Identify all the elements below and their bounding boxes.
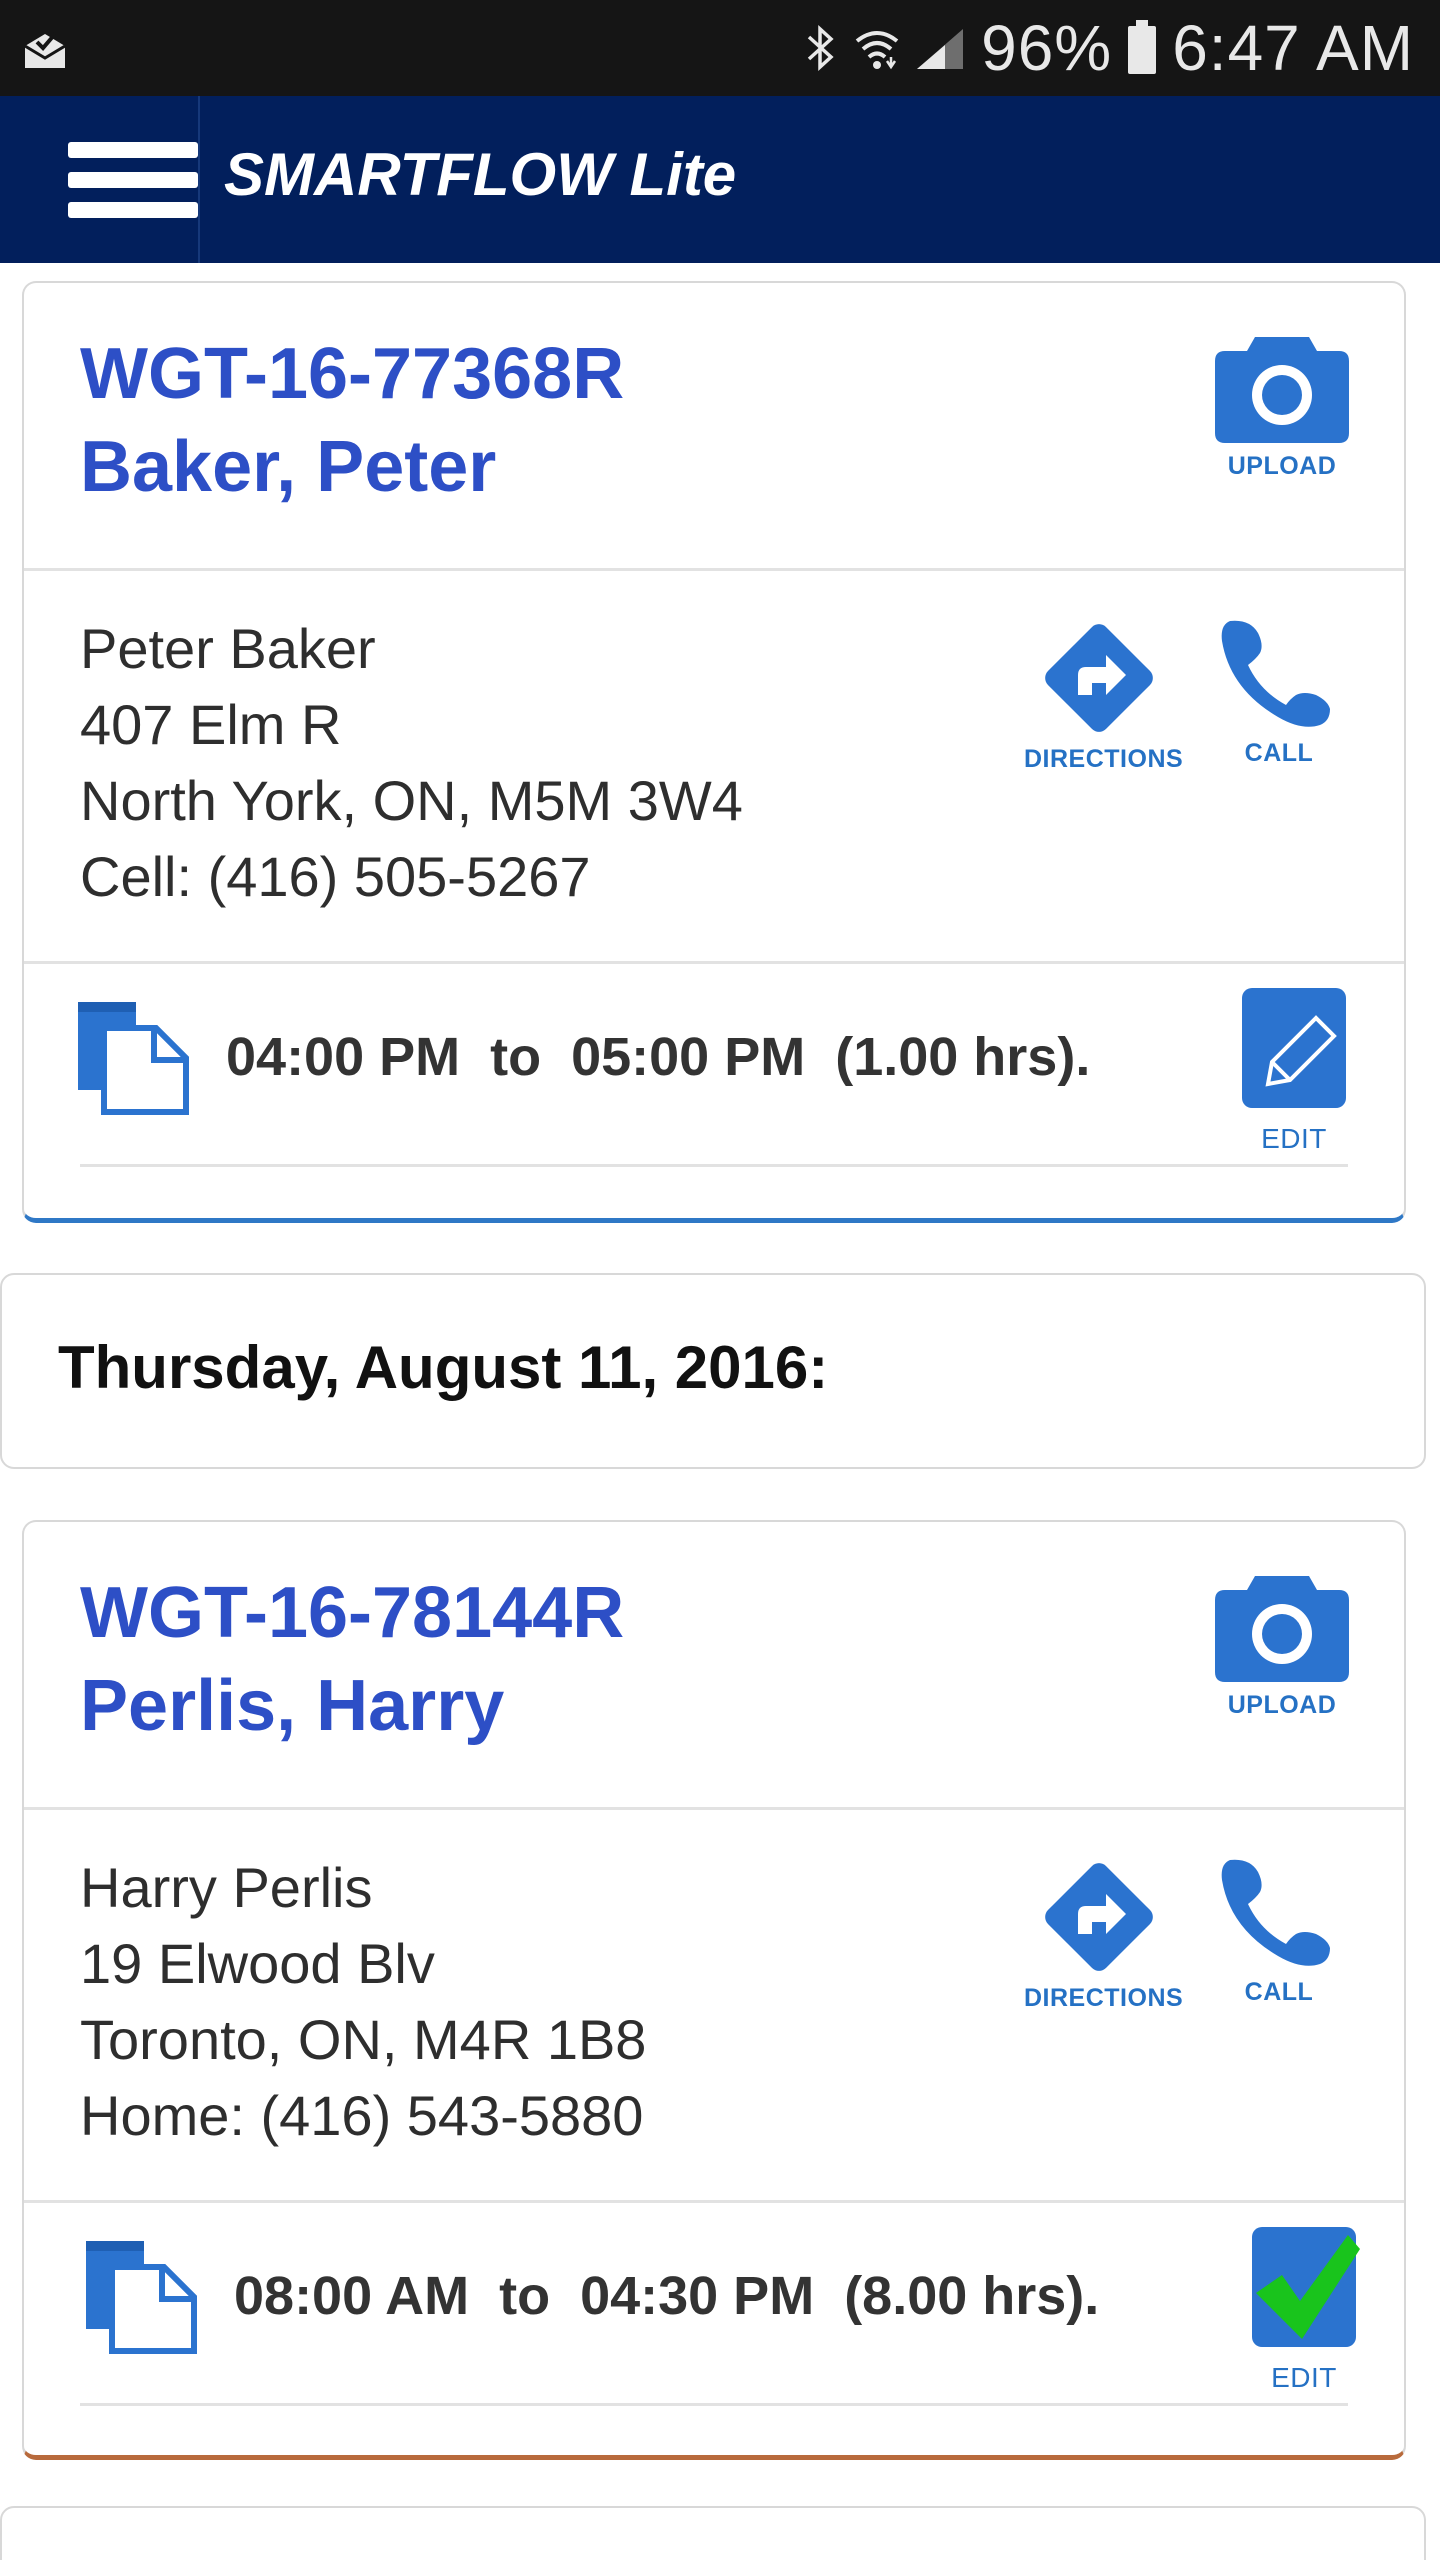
directions-icon: [1045, 1863, 1153, 1971]
directions-label: DIRECTIONS: [1024, 1984, 1184, 2012]
edit-label: EDIT: [1271, 2362, 1337, 2393]
address-block: Peter Baker 407 Elm R North York, ON, M5…: [80, 611, 743, 915]
contact-name: Harry Perlis: [80, 1856, 373, 1919]
app-title: SMARTFLOW Lite: [224, 141, 737, 208]
date-header: Thursday, August 11, 2016:: [0, 1273, 1426, 1469]
directions-button[interactable]: DIRECTIONS: [1024, 615, 1184, 774]
job-card[interactable]: WGT-16-77368R Baker, Peter UPLOAD Peter …: [22, 281, 1406, 1223]
city-line: North York, ON, M5M 3W4: [80, 769, 743, 832]
status-bar: 96% 6:47 AM: [0, 0, 1440, 96]
upload-label: UPLOAD: [1227, 1691, 1337, 1719]
edit-button[interactable]: EDIT: [1244, 2223, 1364, 2394]
job-id[interactable]: WGT-16-78144R: [80, 1572, 624, 1654]
job-time-section: 04:00 PM to 05:00 PM (1.00 hrs). EDIT: [24, 964, 1404, 1214]
bluetooth-icon: [803, 23, 839, 73]
address-block: Harry Perlis 19 Elwood Blv Toronto, ON, …: [80, 1850, 646, 2154]
job-card[interactable]: WGT-16-78144R Perlis, Harry UPLOAD Harry…: [22, 1520, 1406, 2460]
call-button[interactable]: CALL: [1214, 611, 1344, 768]
job-id[interactable]: WGT-16-77368R: [80, 333, 624, 415]
upload-button[interactable]: UPLOAD: [1212, 329, 1352, 481]
hamburger-menu-icon[interactable]: [68, 142, 198, 218]
phone-number[interactable]: Home: (416) 543-5880: [80, 2078, 646, 2154]
job-time-range: 04:00 PM to 05:00 PM (1.00 hrs).: [226, 1027, 1091, 1087]
divider: [80, 1164, 1348, 1167]
job-time-range: 08:00 AM to 04:30 PM (8.00 hrs).: [234, 2266, 1100, 2326]
contact-name: Peter Baker: [80, 617, 376, 680]
upload-label: UPLOAD: [1227, 452, 1337, 480]
street-address: 407 Elm R: [80, 693, 342, 756]
job-time-section: 08:00 AM to 04:30 PM (8.00 hrs). EDIT: [24, 2203, 1404, 2453]
date-header-text: Thursday, August 11, 2016:: [58, 1334, 829, 1401]
next-card: [0, 2506, 1426, 2560]
edit-checked-icon: [1252, 2227, 1360, 2347]
phone-icon: [1221, 620, 1330, 727]
job-card-header: WGT-16-78144R Perlis, Harry UPLOAD: [24, 1522, 1404, 1810]
edit-pencil-icon: [1242, 988, 1346, 1108]
directions-button[interactable]: DIRECTIONS: [1024, 1854, 1184, 2013]
documents-icon: [78, 1002, 189, 1115]
city-line: Toronto, ON, M4R 1B8: [80, 2008, 647, 2071]
signal-icon: [915, 23, 967, 73]
divider: [80, 2403, 1348, 2406]
edit-label: EDIT: [1261, 1123, 1327, 1154]
camera-icon: [1215, 337, 1349, 443]
call-label: CALL: [1244, 1978, 1314, 2006]
app-bar: SMARTFLOW Lite: [0, 96, 1440, 263]
job-customer-name[interactable]: Perlis, Harry: [80, 1665, 504, 1747]
job-address-section: Harry Perlis 19 Elwood Blv Toronto, ON, …: [24, 1810, 1404, 2203]
phone-icon: [1221, 1859, 1330, 1966]
call-button[interactable]: CALL: [1214, 1850, 1344, 2007]
directions-label: DIRECTIONS: [1024, 745, 1184, 773]
edit-button[interactable]: EDIT: [1234, 984, 1354, 1155]
upload-button[interactable]: UPLOAD: [1212, 1568, 1352, 1720]
job-address-section: Peter Baker 407 Elm R North York, ON, M5…: [24, 571, 1404, 964]
app-bar-divider: [198, 96, 200, 263]
documents-icon: [86, 2241, 197, 2354]
phone-number[interactable]: Cell: (416) 505-5267: [80, 839, 743, 915]
clock: 6:47 AM: [1172, 12, 1414, 84]
battery-icon: [1126, 20, 1158, 76]
job-card-header: WGT-16-77368R Baker, Peter UPLOAD: [24, 283, 1404, 571]
street-address: 19 Elwood Blv: [80, 1932, 435, 1995]
mail-check-icon: [24, 32, 66, 68]
job-customer-name[interactable]: Baker, Peter: [80, 426, 496, 508]
camera-icon: [1215, 1576, 1349, 1682]
battery-percent: 96%: [981, 12, 1113, 84]
wifi-icon: [853, 23, 901, 73]
call-label: CALL: [1244, 739, 1314, 767]
directions-icon: [1045, 624, 1153, 732]
